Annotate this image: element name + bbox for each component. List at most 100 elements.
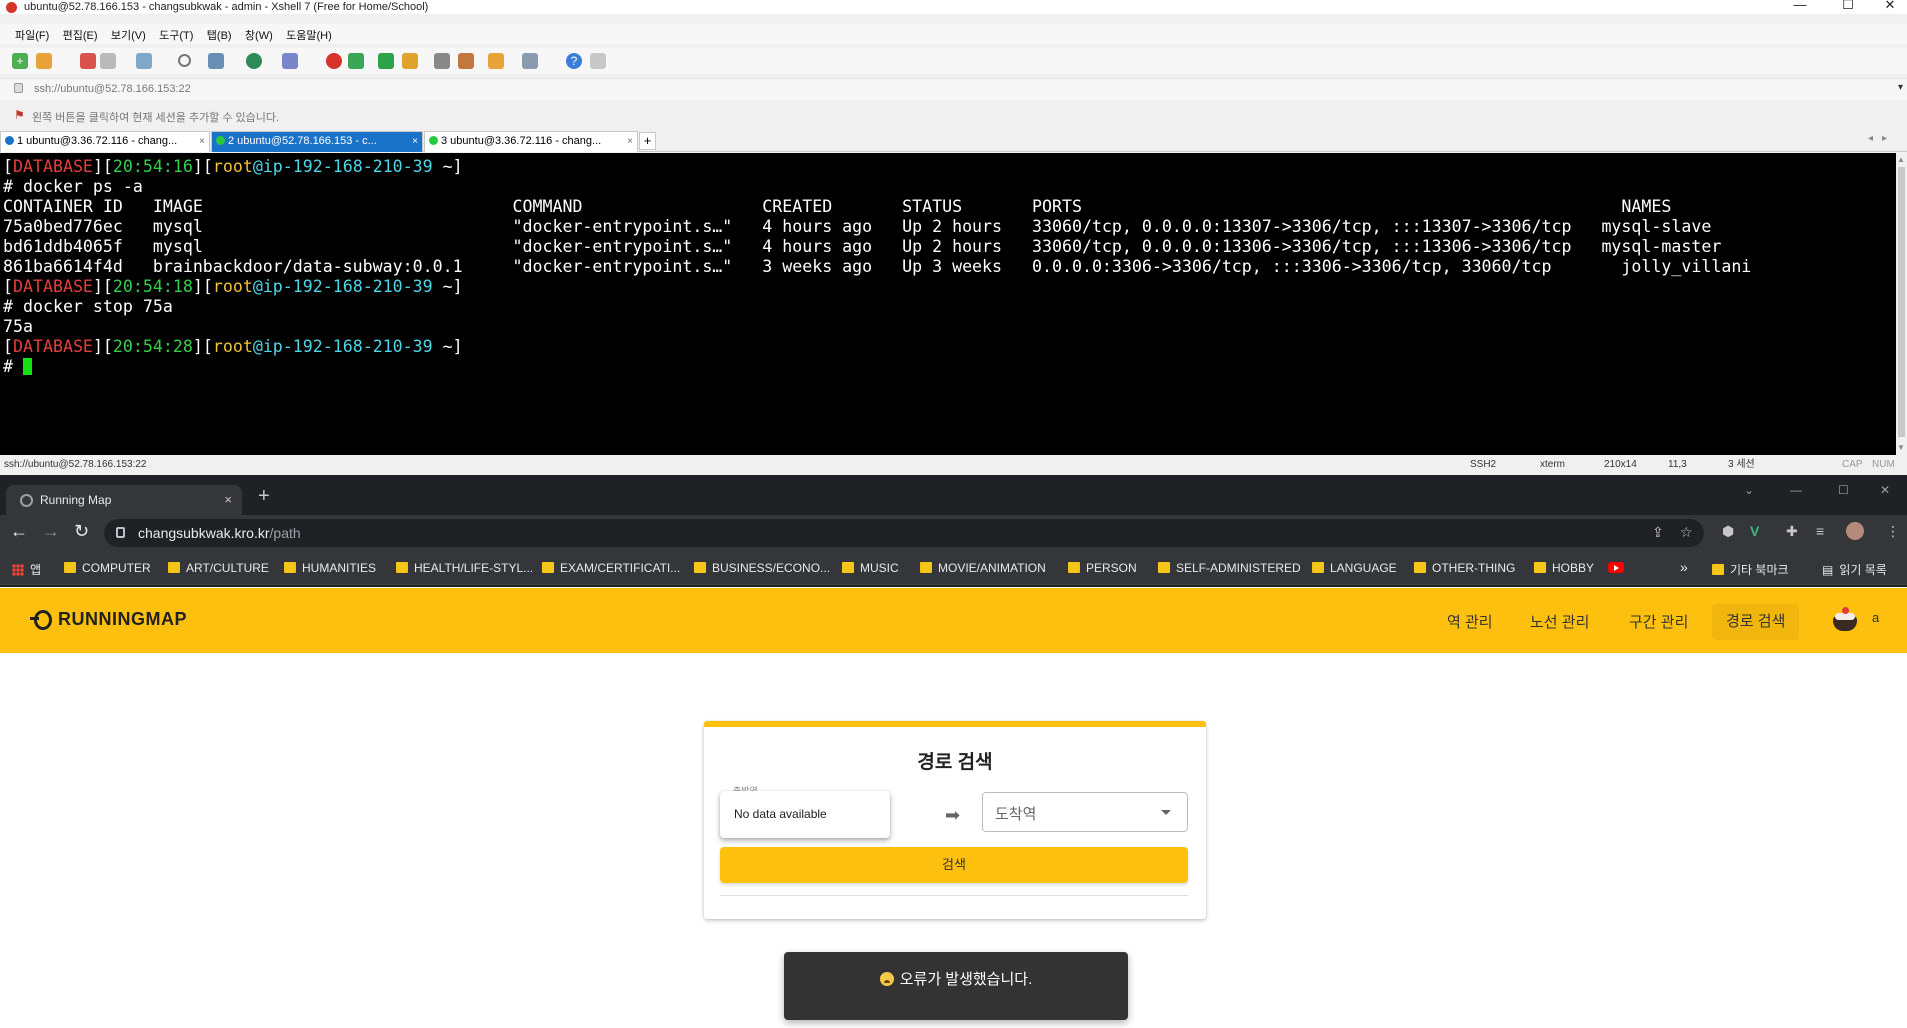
properties-icon[interactable] [136, 53, 152, 69]
address-bar[interactable]: ssh://ubuntu@52.78.166.153:22 ▾ [0, 78, 1907, 100]
menu-view[interactable]: 보기(V) [106, 24, 151, 43]
profile-avatar[interactable] [1846, 522, 1864, 540]
bookmark-folder[interactable]: PERSON [1068, 561, 1137, 575]
chevron-down-icon[interactable]: ▾ [1898, 82, 1903, 93]
new-tab-button[interactable]: + [258, 485, 270, 508]
extensions-puzzle-icon[interactable]: ✚ [1786, 523, 1798, 540]
reload-icon[interactable]: ↻ [74, 521, 89, 542]
scroll-up-icon[interactable]: ▲ [1897, 155, 1905, 164]
address-text[interactable]: ssh://ubuntu@52.78.166.153:22 [34, 83, 191, 95]
close-icon[interactable]: × [199, 132, 205, 151]
destination-station-select[interactable]: 도착역 [982, 792, 1188, 832]
add-tab-button[interactable]: + [639, 132, 656, 150]
menu-help[interactable]: 도움말(H) [281, 24, 337, 43]
menu-tools[interactable]: 도구(T) [154, 24, 198, 43]
bookmark-apps[interactable]: 앱 [12, 561, 41, 578]
nav-station-manage[interactable]: 역 관리 [1447, 611, 1493, 632]
table-header: CONTAINER ID IMAGE COMMAND CREATED STATU… [3, 197, 1672, 216]
scrollbar-thumb[interactable] [1898, 167, 1905, 437]
script-icon[interactable] [458, 53, 474, 69]
tab-search-icon[interactable]: ⌄ [1744, 483, 1754, 497]
bookmark-folder[interactable]: MUSIC [842, 561, 899, 575]
fullscreen-icon[interactable] [378, 53, 394, 69]
nav-path-search[interactable]: 경로 검색 [1712, 604, 1800, 640]
user-name[interactable]: a [1872, 610, 1879, 625]
session-tab-2[interactable]: 2 ubuntu@52.78.166.153 - c... × [211, 131, 423, 152]
url-bar[interactable]: changsubkwak.kro.kr/path ⇪ ☆ [104, 519, 1704, 547]
brand-logo[interactable]: RUNNINGMAP [30, 608, 187, 630]
tab-scroll-right-icon[interactable]: ▸ [1882, 133, 1887, 144]
bookmark-folder[interactable]: OTHER-THING [1414, 561, 1515, 575]
bookmark-folder[interactable]: SELF-ADMINISTERED [1158, 561, 1301, 575]
url-text[interactable]: changsubkwak.kro.kr/path [138, 525, 301, 541]
bookmark-folder[interactable]: HUMANITIES [284, 561, 376, 575]
nav-section-manage[interactable]: 구간 관리 [1629, 611, 1688, 632]
disconnect-icon[interactable] [80, 53, 96, 69]
close-icon[interactable]: ✕ [1880, 483, 1890, 497]
menu-edit[interactable]: 편집(E) [58, 24, 103, 43]
other-bookmarks[interactable]: 기타 북마크 [1712, 561, 1789, 578]
help-icon[interactable]: ? [566, 53, 582, 69]
bookmark-folder[interactable]: LANGUAGE [1312, 561, 1397, 575]
keyboard-icon[interactable] [434, 53, 450, 69]
xftp-icon[interactable] [348, 53, 364, 69]
minimize-button[interactable]: — [1790, 0, 1810, 14]
forward-arrow-icon[interactable]: → [42, 521, 60, 542]
globe-icon[interactable] [246, 53, 262, 69]
session-tab-3[interactable]: 3 ubuntu@3.36.72.116 - chang... × [424, 131, 638, 152]
vue-devtools-icon[interactable]: V [1750, 523, 1759, 539]
bookmark-folder[interactable]: HEALTH/LIFE-STYL... [396, 561, 533, 575]
more-menu-icon[interactable]: ⋮ [1886, 523, 1900, 540]
bookmark-folder[interactable]: MOVIE/ANIMATION [920, 561, 1046, 575]
nav-line-manage[interactable]: 노선 관리 [1530, 611, 1589, 632]
source-station-dropdown[interactable]: No data available [720, 791, 890, 838]
bookmark-folder[interactable]: EXAM/CERTIFICATI... [542, 561, 680, 575]
transfer-icon[interactable] [488, 53, 504, 69]
reading-list-icon[interactable]: ≡ [1816, 523, 1824, 539]
bookmarks-more-button[interactable]: » [1680, 559, 1688, 575]
layout-icon[interactable] [208, 53, 224, 69]
extension-icon[interactable]: ⬢ [1722, 523, 1734, 540]
terminal-scrollbar[interactable]: ▲ ▼ [1896, 153, 1907, 455]
command-line: # docker ps -a [3, 177, 143, 196]
reconnect-icon[interactable] [100, 53, 116, 69]
open-folder-icon[interactable] [36, 53, 52, 69]
scroll-down-icon[interactable]: ▼ [1897, 443, 1905, 452]
terminal[interactable]: [DATABASE][20:54:16][root@ip-192-168-210… [0, 153, 1896, 455]
close-icon[interactable]: × [412, 132, 418, 151]
bookmark-folder[interactable]: BUSINESS/ECONO... [694, 561, 830, 575]
close-icon[interactable]: × [627, 132, 633, 151]
reading-list[interactable]: ▤ 읽기 목록 [1822, 561, 1887, 578]
tab-scroll-left-icon[interactable]: ◂ [1868, 133, 1873, 144]
close-button[interactable]: ✕ [1880, 0, 1900, 14]
status-sessions[interactable]: 3 세션 [1728, 455, 1755, 475]
bookmark-youtube[interactable] [1608, 561, 1624, 575]
session-tab-1[interactable]: 1 ubuntu@3.36.72.116 - chang... × [0, 131, 210, 152]
bookmark-folder[interactable]: ART/CULTURE [168, 561, 269, 575]
close-tab-icon[interactable]: × [224, 485, 232, 515]
maximize-icon[interactable]: ☐ [1838, 483, 1849, 497]
minimize-icon[interactable]: — [1790, 483, 1802, 497]
avatar[interactable] [1830, 605, 1860, 635]
menu-window[interactable]: 창(W) [240, 24, 278, 43]
bookmark-folder[interactable]: COMPUTER [64, 561, 151, 575]
bookmark-folder[interactable]: HOBBY [1534, 561, 1594, 575]
chat-icon[interactable] [590, 53, 606, 69]
destination-station-placeholder: 도착역 [995, 806, 1037, 823]
browser-tab[interactable]: Running Map × [6, 485, 242, 515]
output-line: 75a [3, 317, 33, 336]
lock-icon[interactable] [402, 53, 418, 69]
search-icon[interactable] [178, 54, 191, 67]
menu-file[interactable]: 파일(F) [10, 24, 54, 43]
xshell-icon[interactable] [326, 53, 342, 69]
menu-tab[interactable]: 탭(B) [202, 24, 237, 43]
share-icon[interactable]: ⇪ [1652, 524, 1664, 541]
new-session-icon[interactable]: + [12, 53, 28, 69]
back-arrow-icon[interactable]: ← [10, 521, 28, 542]
search-button[interactable]: 검색 [720, 847, 1188, 883]
status-cursor-pos: 11,3 [1668, 459, 1687, 470]
font-icon[interactable] [282, 53, 298, 69]
tile-icon[interactable] [522, 53, 538, 69]
maximize-button[interactable]: ☐ [1838, 0, 1858, 14]
bookmark-star-icon[interactable]: ☆ [1680, 524, 1693, 541]
